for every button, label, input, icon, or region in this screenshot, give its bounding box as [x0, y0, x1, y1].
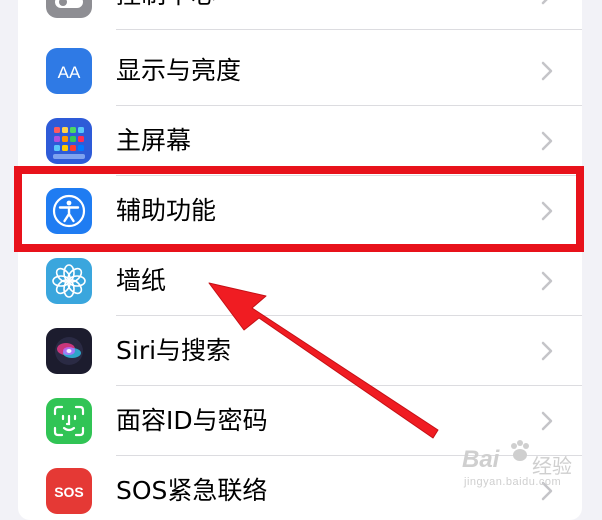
display-brightness-icon: AA: [46, 48, 92, 94]
settings-row-label: 控制中心: [116, 0, 216, 30]
home-screen-icon: [46, 118, 92, 164]
settings-row-label: 墙纸: [116, 266, 167, 295]
paw-icon: [511, 440, 529, 461]
watermark: Bai 经验 jingyan.baidu.com: [462, 438, 590, 494]
face-id-icon: [46, 398, 92, 444]
settings-row-label: 面容ID与密码: [116, 406, 268, 435]
svg-text:SOS: SOS: [54, 484, 84, 500]
sos-icon: SOS: [46, 468, 92, 514]
settings-row-control-center[interactable]: 控制中心: [18, 0, 582, 30]
chevron-right-icon: [540, 411, 554, 431]
settings-row-display-brightness[interactable]: AA 显示与亮度: [18, 36, 582, 106]
row-divider: [116, 29, 582, 30]
settings-row-siri-search[interactable]: Siri与搜索: [18, 316, 582, 386]
chevron-right-icon: [540, 131, 554, 151]
svg-text:AA: AA: [58, 63, 81, 82]
watermark-text: 经验: [532, 456, 572, 478]
settings-row-wallpaper[interactable]: 墙纸: [18, 246, 582, 316]
settings-row-label: 显示与亮度: [116, 56, 242, 85]
watermark-url: jingyan.baidu.com: [464, 476, 562, 488]
settings-row-label: SOS紧急联络: [116, 476, 268, 505]
control-center-icon: [46, 0, 92, 18]
chevron-right-icon: [540, 341, 554, 361]
siri-icon: [46, 328, 92, 374]
chevron-right-icon: [540, 61, 554, 81]
settings-row-label: Siri与搜索: [116, 336, 232, 365]
chevron-right-icon: [540, 271, 554, 291]
wallpaper-icon: [46, 258, 92, 304]
chevron-right-icon: [540, 0, 554, 5]
watermark-brand: Bai: [462, 446, 500, 473]
highlight-box: [14, 166, 584, 252]
